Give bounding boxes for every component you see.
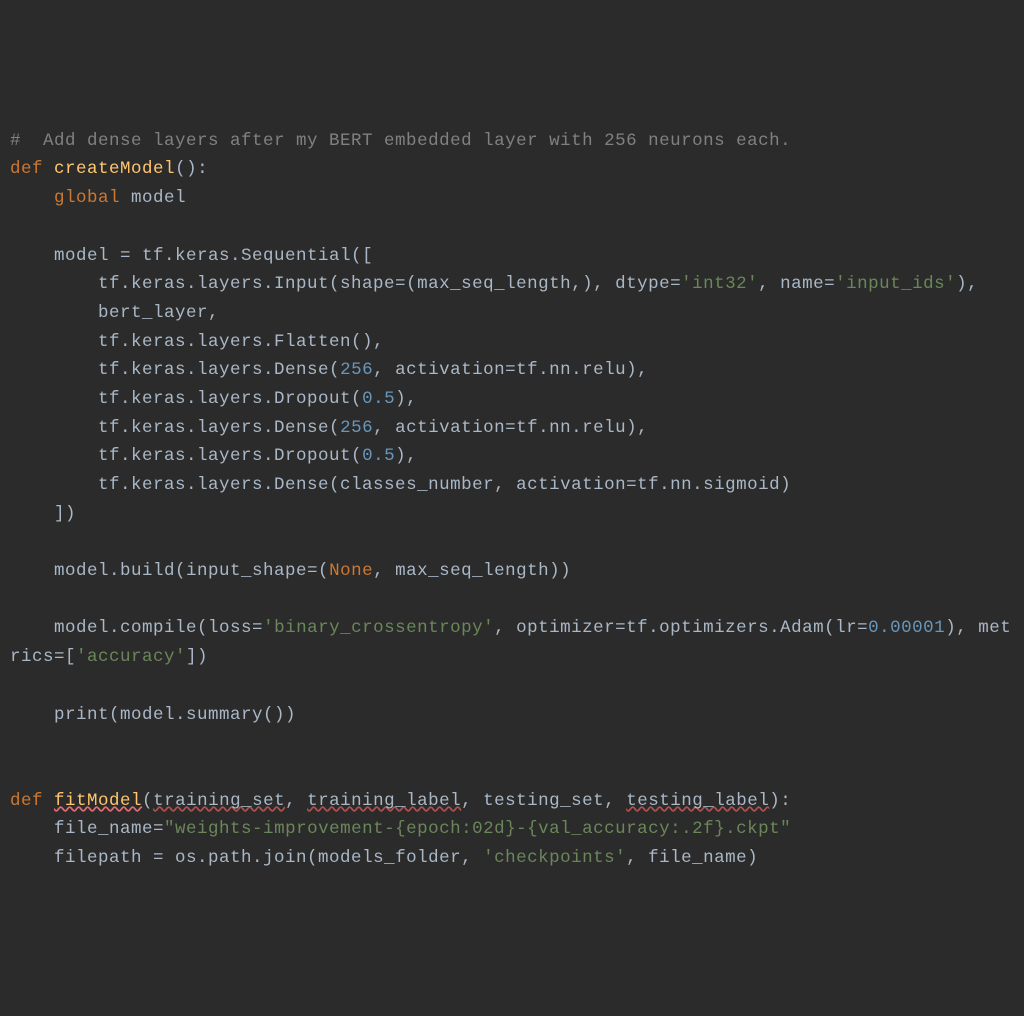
function-name: fitModel: [54, 791, 142, 811]
code-text: ]): [10, 504, 76, 524]
code-text: ():: [175, 159, 208, 179]
code-text: ),: [956, 274, 978, 294]
code-text: model = tf.keras.Sequential([: [54, 246, 373, 266]
code-text: , max_seq_length)): [373, 561, 571, 581]
code-text: tf.keras.layers.Dense(: [10, 360, 340, 380]
number-literal: 256: [340, 418, 373, 438]
string-literal: "weights-improvement-{epoch:02d}-{val_ac…: [164, 819, 791, 839]
code-text: , optimizer=tf.optimizers.Adam(lr=: [494, 618, 868, 638]
code-text: ,: [461, 791, 483, 811]
keyword-global: global: [54, 188, 120, 208]
code-comment: # Add dense layers after my BERT embedde…: [10, 131, 791, 151]
code-text: , activation=tf.nn.relu),: [373, 360, 648, 380]
param-name: training_set: [153, 791, 285, 811]
param-name: training_label: [307, 791, 461, 811]
code-text: tf.keras.layers.Dropout(: [10, 389, 362, 409]
keyword-def: def: [10, 791, 43, 811]
number-literal: 0.5: [362, 389, 395, 409]
code-block: # Add dense layers after my BERT embedde…: [10, 127, 1014, 873]
code-text: print(model.summary()): [10, 705, 296, 725]
code-text: ,: [285, 791, 307, 811]
number-literal: 256: [340, 360, 373, 380]
code-text: tf.keras.layers.Dropout(: [10, 446, 362, 466]
code-text: tf.keras.layers.Dense(: [10, 418, 340, 438]
number-literal: 0.00001: [868, 618, 945, 638]
code-text: tf.keras.layers.Flatten(),: [10, 332, 384, 352]
param-name: testing_label: [626, 791, 769, 811]
keyword-none: None: [329, 561, 373, 581]
code-text: , activation=tf.nn.relu),: [373, 418, 648, 438]
code-text: model: [131, 188, 186, 208]
code-text: ):: [769, 791, 791, 811]
code-text: model.build(input_shape=(: [10, 561, 329, 581]
param-name: testing_set: [483, 791, 604, 811]
code-text: ,: [604, 791, 626, 811]
code-text: ]): [186, 647, 208, 667]
code-text: ),: [395, 389, 417, 409]
string-literal: 'accuracy': [76, 647, 186, 667]
code-text: bert_layer,: [10, 303, 219, 323]
code-text: , name=: [758, 274, 835, 294]
code-text: tf.keras.layers.Input(shape=(max_seq_len…: [10, 274, 681, 294]
string-literal: 'int32': [681, 274, 758, 294]
code-text: tf.keras.layers.Dense(classes_number, ac…: [10, 475, 791, 495]
code-text: (: [142, 791, 153, 811]
code-text: model.compile(loss=: [10, 618, 263, 638]
function-name: createModel: [54, 159, 175, 179]
string-literal: 'input_ids': [835, 274, 956, 294]
keyword-def: def: [10, 159, 43, 179]
code-text: ),: [395, 446, 417, 466]
string-literal: 'binary_crossentropy': [263, 618, 494, 638]
number-literal: 0.5: [362, 446, 395, 466]
code-text: file_name=: [10, 819, 164, 839]
